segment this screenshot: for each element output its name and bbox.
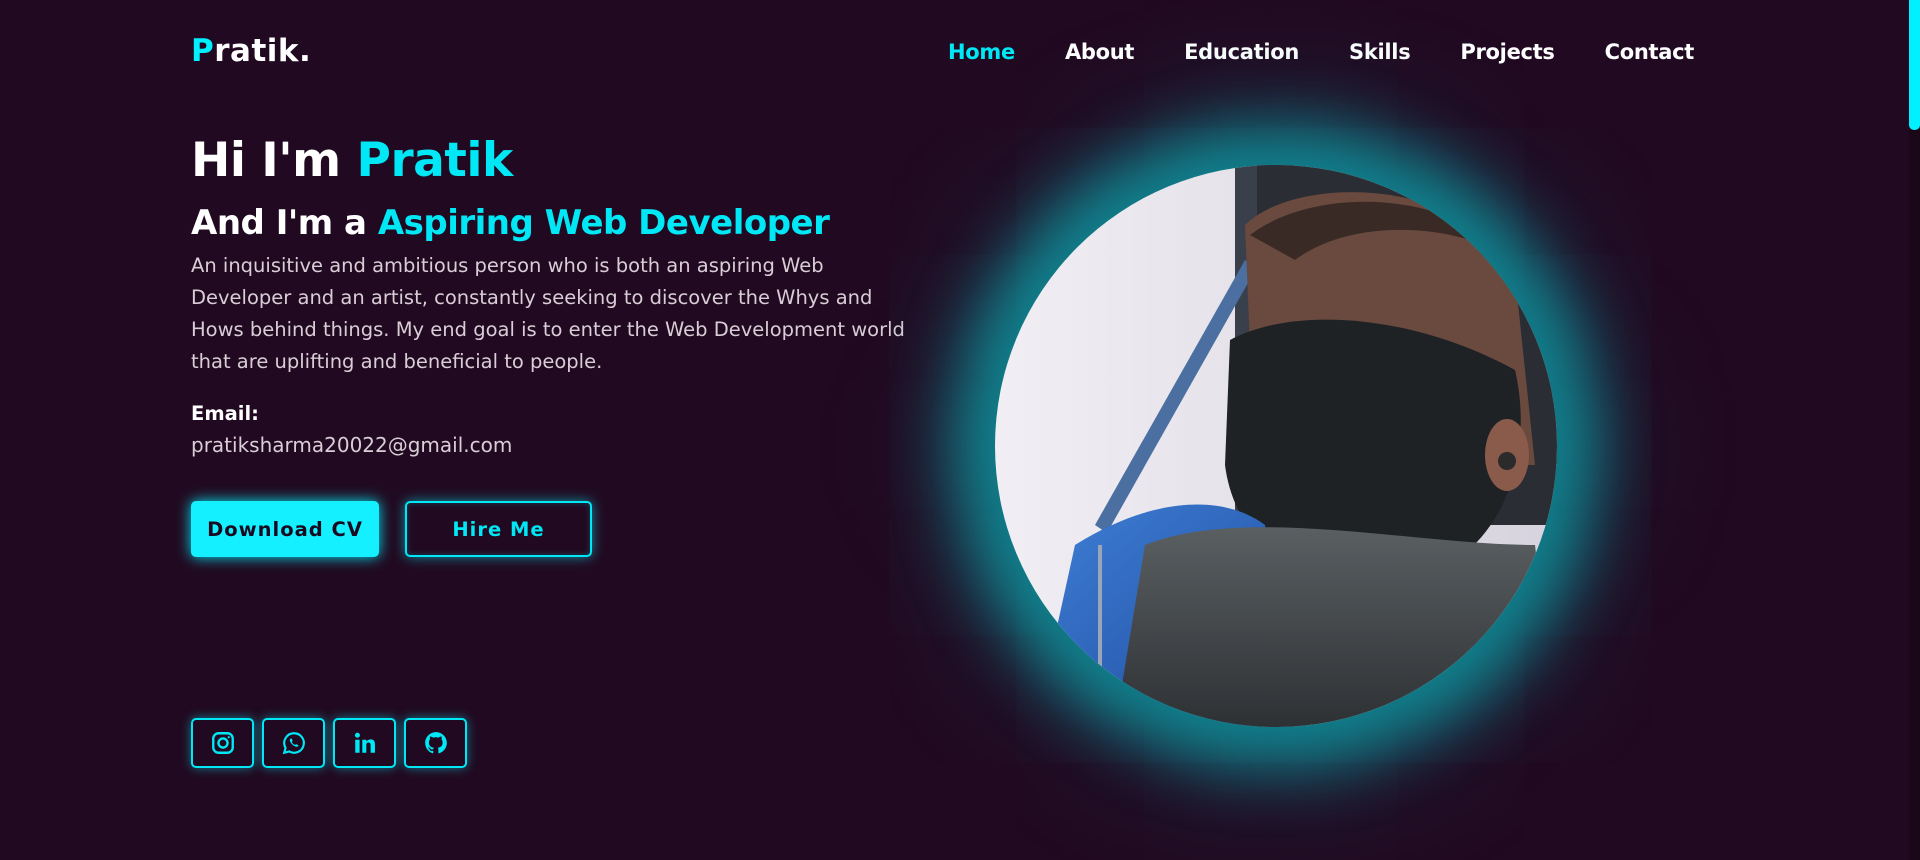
logo-initial: P: [191, 33, 215, 69]
nav-about[interactable]: About: [1065, 40, 1135, 64]
github-link[interactable]: [404, 718, 467, 768]
hero-role: Aspiring Web Developer: [377, 203, 830, 243]
email-label: Email:: [191, 402, 259, 425]
logo-text: ratik.: [214, 33, 312, 69]
scrollbar-thumb[interactable]: [1909, 0, 1920, 130]
github-icon: [424, 732, 447, 754]
instagram-link[interactable]: [191, 718, 254, 768]
hire-me-button[interactable]: Hire Me: [405, 501, 592, 557]
nav-education[interactable]: Education: [1184, 40, 1299, 64]
nav-home[interactable]: Home: [948, 40, 1015, 64]
hero-heading: Hi I'm Pratik: [191, 132, 931, 190]
hero-role-prefix: And I'm a: [191, 203, 378, 243]
hero-section: Hi I'm Pratik And I'm a Aspiring Web Dev…: [191, 132, 931, 457]
hero-name: Pratik: [356, 133, 514, 188]
nav-projects[interactable]: Projects: [1460, 40, 1555, 64]
nav-contact[interactable]: Contact: [1605, 40, 1695, 64]
social-links: [191, 718, 467, 768]
site-logo[interactable]: Pratik.: [191, 33, 311, 69]
page: Pratik. Home About Education Skills Proj…: [0, 0, 1920, 860]
download-cv-button[interactable]: Download CV: [191, 501, 379, 557]
hero-greeting: Hi I'm: [191, 133, 357, 188]
profile-photo: [995, 165, 1557, 727]
main-nav: Home About Education Skills Projects Con…: [948, 40, 1694, 64]
nav-skills[interactable]: Skills: [1349, 40, 1411, 64]
whatsapp-link[interactable]: [262, 718, 325, 768]
hero-description: An inquisitive and ambitious person who …: [191, 254, 905, 373]
hero-subheading: And I'm a Aspiring Web Developer: [191, 202, 931, 244]
hero-buttons: Download CV Hire Me: [191, 501, 592, 557]
whatsapp-icon: [282, 732, 305, 755]
instagram-icon: [211, 732, 234, 754]
linkedin-icon: [354, 732, 375, 753]
linkedin-link[interactable]: [333, 718, 396, 768]
email-value[interactable]: pratiksharma20022@gmail.com: [191, 433, 931, 457]
